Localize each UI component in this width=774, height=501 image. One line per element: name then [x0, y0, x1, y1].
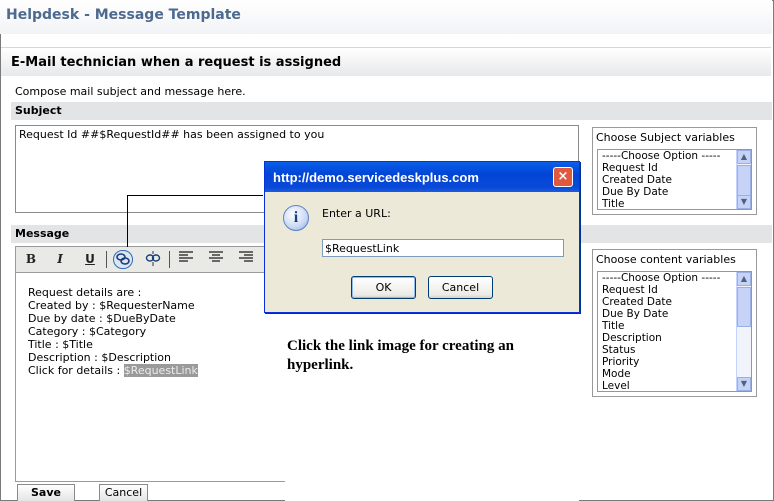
scrollbar[interactable]: ▲ ▼: [736, 150, 751, 209]
underline-button[interactable]: U: [80, 250, 100, 269]
dialog-title: http://demo.servicedeskplus.com: [265, 162, 579, 192]
toolbar-divider: [169, 251, 170, 268]
align-right-icon[interactable]: [236, 250, 256, 269]
subject-variables-list[interactable]: -----Choose Option ----- Request Id Crea…: [597, 149, 752, 210]
scroll-thumb[interactable]: [737, 287, 751, 327]
align-center-icon[interactable]: [206, 250, 226, 269]
toolbar-divider: [106, 251, 107, 268]
dialog-cancel-button[interactable]: Cancel: [428, 276, 493, 299]
align-left-icon[interactable]: [176, 250, 196, 269]
callout-line: [127, 195, 128, 247]
list-option[interactable]: Due By Date: [598, 308, 751, 320]
subject-variables-title: Choose Subject variables: [596, 131, 735, 144]
list-option[interactable]: Mode: [598, 368, 751, 380]
scroll-up-icon[interactable]: ▲: [737, 272, 751, 286]
list-option[interactable]: Request Id: [598, 284, 751, 296]
content-variables-panel: Choose content variables -----Choose Opt…: [592, 249, 757, 397]
content-variables-title: Choose content variables: [596, 253, 736, 266]
list-option[interactable]: Level: [598, 380, 751, 391]
insert-link-icon[interactable]: [113, 250, 133, 269]
list-option[interactable]: Description: [598, 332, 751, 344]
scroll-down-icon[interactable]: ▼: [737, 377, 751, 391]
info-icon: i: [283, 205, 309, 231]
list-option[interactable]: Priority: [598, 356, 751, 368]
italic-button[interactable]: I: [50, 250, 70, 269]
bold-button[interactable]: B: [21, 250, 41, 269]
subject-section-label: Subject: [11, 102, 772, 120]
dialog-prompt: Enter a URL:: [322, 207, 391, 220]
link-prefix: Click for details :: [28, 364, 124, 377]
scroll-up-icon[interactable]: ▲: [737, 150, 751, 164]
selected-link-text[interactable]: $RequestLink: [123, 364, 198, 377]
save-button[interactable]: Save: [17, 484, 75, 501]
scrollbar[interactable]: ▲ ▼: [736, 272, 751, 391]
scroll-thumb[interactable]: [737, 165, 751, 199]
url-prompt-dialog: http://demo.servicedeskplus.com × i Ente…: [264, 161, 580, 313]
unlink-icon[interactable]: [143, 250, 163, 269]
ok-button[interactable]: OK: [351, 276, 416, 299]
cancel-button[interactable]: Cancel: [99, 484, 148, 501]
annotation-text: Click the link image for creating an hyp…: [287, 338, 514, 373]
list-option[interactable]: -----Choose Option -----: [598, 272, 751, 284]
url-input[interactable]: [322, 239, 564, 257]
list-option[interactable]: Title: [598, 198, 751, 209]
page-title: E-Mail technician when a request is assi…: [1, 47, 771, 76]
callout-line: [127, 195, 263, 196]
list-option[interactable]: Due By Date: [598, 186, 751, 198]
subject-variables-panel: Choose Subject variables -----Choose Opt…: [592, 127, 757, 215]
list-option[interactable]: Status: [598, 344, 751, 356]
content-variables-list[interactable]: -----Choose Option ----- Request Id Crea…: [597, 271, 752, 392]
scroll-down-icon[interactable]: ▼: [737, 195, 751, 209]
instruction-text: Compose mail subject and message here.: [15, 85, 246, 98]
app-title: Helpdesk - Message Template: [0, 0, 772, 34]
list-option[interactable]: Title: [598, 320, 751, 332]
list-option[interactable]: Request Id: [598, 162, 751, 174]
list-option[interactable]: Created Date: [598, 296, 751, 308]
list-option[interactable]: Created Date: [598, 174, 751, 186]
close-icon[interactable]: ×: [553, 167, 573, 187]
list-option[interactable]: -----Choose Option -----: [598, 150, 751, 162]
